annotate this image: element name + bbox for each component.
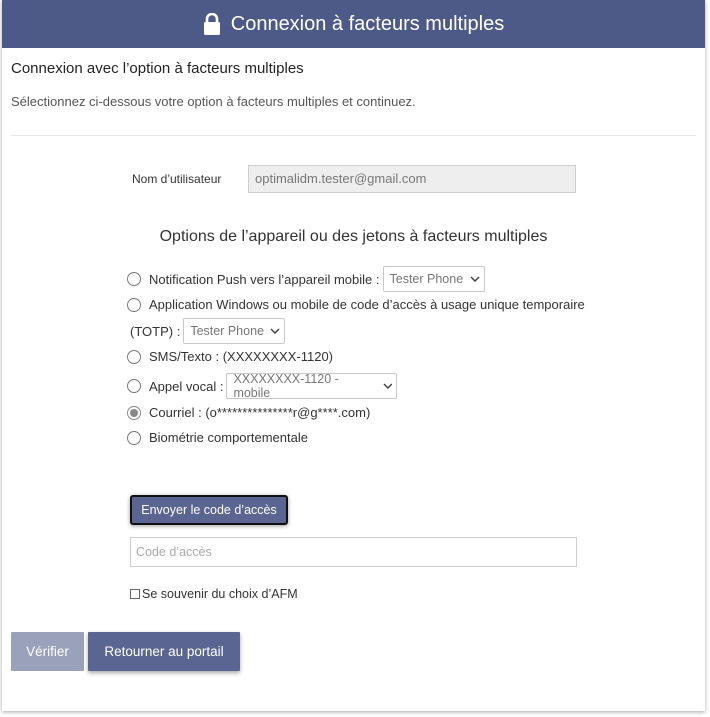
- remember-label: Se souvenir du choix d’AFM: [142, 587, 298, 601]
- radio-push[interactable]: [127, 272, 141, 286]
- voice-number-select[interactable]: XXXXXXXX-1120 - mobile: [226, 372, 398, 400]
- option-totp-label2: (TOTP) :: [130, 323, 181, 339]
- radio-totp[interactable]: [127, 297, 141, 312]
- return-portal-button[interactable]: Retourner au portail: [88, 632, 240, 671]
- chevron-down-icon: [383, 383, 392, 389]
- option-sms-label: SMS/Texto : (XXXXXXXX-1120): [149, 349, 333, 364]
- option-totp[interactable]: Application Windows ou mobile de code d’…: [127, 297, 585, 312]
- chevron-down-icon: [469, 276, 480, 282]
- instruction-text: Sélectionnez ci-dessous votre option à f…: [11, 94, 416, 109]
- option-voice-label: Appel vocal :: [149, 378, 224, 394]
- header-title: Connexion à facteurs multiples: [230, 12, 505, 35]
- login-card: Connexion à facteurs multiples Connexion…: [2, 0, 705, 711]
- access-code-input[interactable]: Code d’accès: [130, 537, 577, 567]
- chevron-down-icon: [270, 328, 280, 334]
- option-email-label: Courriel : (o***************r@g****.com): [149, 405, 371, 420]
- radio-voice[interactable]: [127, 379, 141, 393]
- option-email[interactable]: Courriel : (o***************r@g****.com): [127, 405, 370, 420]
- option-push[interactable]: Notification Push vers l’appareil mobile…: [127, 266, 485, 292]
- push-device-select[interactable]: Tester Phone: [382, 266, 485, 292]
- option-totp-label: Application Windows ou mobile de code d’…: [149, 297, 585, 312]
- verify-button[interactable]: Vérifier: [11, 632, 84, 671]
- option-sms[interactable]: SMS/Texto : (XXXXXXXX-1120): [127, 349, 333, 364]
- radio-email[interactable]: [127, 405, 141, 420]
- username-label: Nom d’utilisateur: [132, 172, 222, 186]
- send-code-button[interactable]: Envoyer le code d’accès: [130, 495, 288, 525]
- totp-device-value: Tester Phone: [190, 324, 264, 338]
- header-bar: Connexion à facteurs multiples: [2, 0, 705, 48]
- options-title: Options de l’appareil ou des jetons à fa…: [159, 228, 548, 245]
- radio-biometric[interactable]: [127, 430, 141, 445]
- remember-choice[interactable]: Se souvenir du choix d’AFM: [130, 587, 298, 601]
- username-field: optimalidm.tester@gmail.com: [248, 165, 576, 193]
- page-subtitle: Connexion avec l’option à facteurs multi…: [11, 60, 304, 77]
- voice-number-value: XXXXXXXX-1120 - mobile: [233, 372, 339, 400]
- totp-device-select[interactable]: Tester Phone: [183, 318, 286, 344]
- remember-checkbox[interactable]: [130, 589, 140, 599]
- option-biometric[interactable]: Biométrie comportementale: [127, 430, 308, 445]
- lock-icon: [203, 13, 220, 35]
- option-totp-line2: (TOTP) : Tester Phone: [130, 318, 286, 344]
- option-voice[interactable]: Appel vocal : XXXXXXXX-1120 - mobile: [127, 372, 398, 400]
- option-push-label: Notification Push vers l’appareil mobile…: [149, 271, 380, 287]
- option-biometric-label: Biométrie comportementale: [149, 430, 308, 445]
- push-device-value: Tester Phone: [389, 272, 464, 286]
- radio-sms[interactable]: [127, 349, 141, 364]
- divider: [11, 135, 696, 136]
